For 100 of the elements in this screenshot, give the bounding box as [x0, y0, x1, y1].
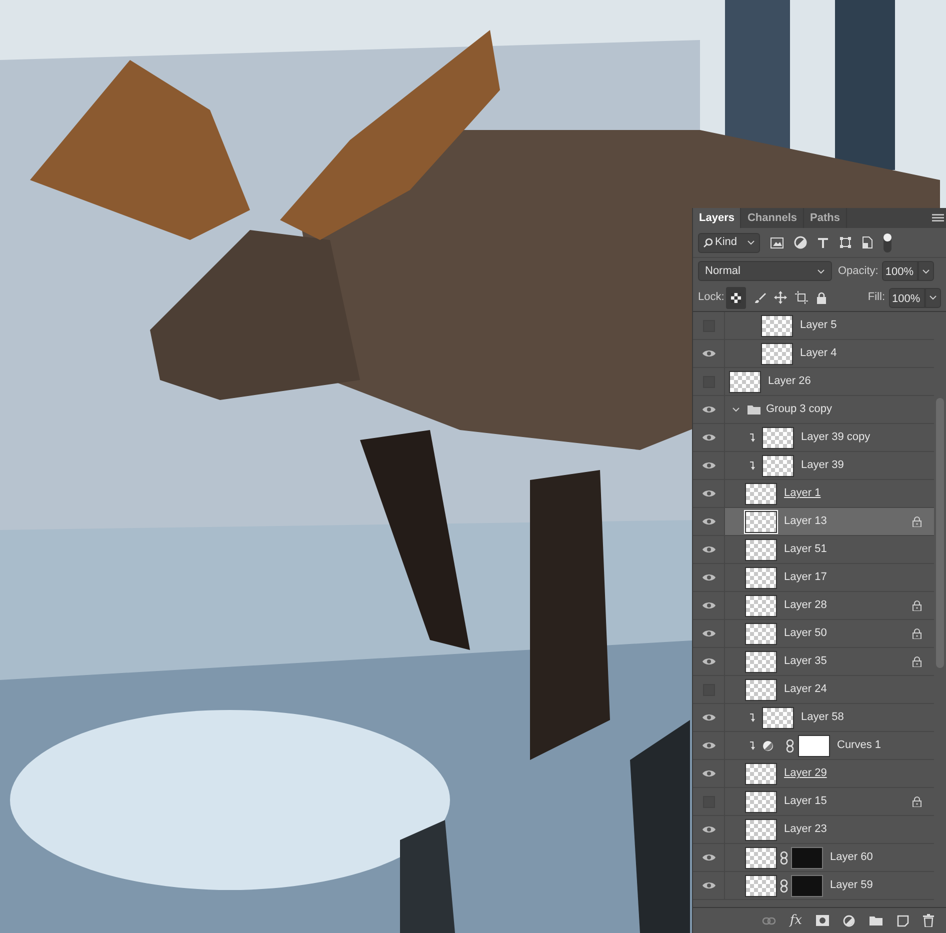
eye-icon[interactable] [702, 489, 716, 498]
layer-thumbnail [745, 790, 777, 812]
eye-icon[interactable] [702, 573, 716, 582]
layer-name: Layer 50 [784, 626, 827, 642]
eye-icon[interactable] [702, 657, 716, 666]
layer-name: Layer 15 [784, 794, 827, 810]
layer-row[interactable]: Layer 59 [725, 872, 934, 899]
eye-icon[interactable] [702, 629, 716, 638]
eye-icon[interactable] [702, 601, 716, 610]
new-layer-icon[interactable] [897, 914, 909, 926]
layer-name: Layer 59 [830, 878, 873, 894]
layer-row[interactable]: Layer 50 [725, 620, 934, 647]
layer-row[interactable]: Layer 39 copy [725, 424, 934, 451]
menu-icon[interactable] [932, 213, 944, 223]
layer-thumbnail [745, 538, 777, 560]
layer-row[interactable]: Layer 29 [725, 760, 934, 787]
layer-row[interactable]: Layer 4 [725, 340, 934, 367]
caret-icon [922, 268, 930, 274]
caret-icon [929, 295, 937, 300]
scrollbar-thumb[interactable] [936, 398, 944, 668]
layer-row[interactable]: Layer 17 [725, 564, 934, 591]
lock-icon[interactable] [816, 292, 828, 304]
lock-transparency-button[interactable] [726, 286, 746, 308]
document-icon[interactable] [862, 236, 873, 249]
brush-icon[interactable] [754, 292, 766, 304]
link-icon[interactable] [762, 916, 776, 924]
layer-name: Layer 17 [784, 570, 827, 586]
mask-icon[interactable] [816, 915, 829, 926]
fill-field[interactable]: 100% [889, 288, 925, 308]
panel-tab[interactable]: Layers [693, 208, 742, 228]
folder-icon [747, 404, 761, 415]
layer-row[interactable]: Curves 1 [725, 732, 934, 759]
layer-name: Layer 51 [784, 542, 827, 558]
eye-icon[interactable] [702, 545, 716, 554]
eye-icon[interactable] [702, 517, 716, 526]
caret-icon [817, 268, 825, 274]
eye-icon[interactable] [702, 461, 716, 470]
layer-name: Layer 28 [784, 598, 827, 614]
lock-label: Lock: [698, 290, 724, 306]
layer-thumbnail [745, 510, 777, 532]
layer-row[interactable]: Layer 58 [725, 704, 934, 731]
eye-icon[interactable] [702, 349, 716, 358]
eye-icon[interactable] [702, 741, 716, 750]
layer-row[interactable]: Layer 23 [725, 816, 934, 843]
eye-icon[interactable] [702, 853, 716, 862]
layer-row[interactable]: Layer 15 [725, 788, 934, 815]
layer-name: Layer 58 [801, 710, 844, 726]
panel-tab[interactable]: Channels [741, 208, 804, 228]
chevron-icon[interactable] [732, 406, 740, 412]
layer-row[interactable]: Layer 5 [725, 312, 934, 339]
eye-icon[interactable] [702, 769, 716, 778]
layer-name: Layer 39 [801, 458, 844, 474]
layer-name: Layer 5 [800, 318, 837, 334]
fill-label: Fill: [868, 290, 885, 306]
layer-name: Curves 1 [837, 738, 882, 754]
move-icon[interactable] [774, 291, 788, 304]
layer-row[interactable]: Layer 1 [725, 480, 934, 507]
layer-row[interactable]: Layer 24 [725, 676, 934, 703]
layer-name: Layer 24 [784, 682, 827, 698]
eye-icon[interactable] [702, 433, 716, 442]
opacity-dropdown-button[interactable] [918, 261, 934, 281]
image-icon[interactable] [770, 236, 784, 248]
filter-dropdown[interactable]: Kind [698, 232, 760, 252]
panel-tab[interactable]: Paths [804, 208, 847, 228]
link-icon [780, 850, 788, 864]
layer-row[interactable]: Layer 26 [725, 368, 934, 395]
layer-thumbnail [745, 846, 777, 868]
layer-name: Layer 29 [784, 766, 827, 782]
layer-thumbnail [729, 370, 761, 392]
layer-name: Layer 1 [784, 486, 821, 502]
folder-icon[interactable] [869, 915, 883, 926]
layer-thumbnail [745, 622, 777, 644]
layer-row[interactable]: Layer 39 [725, 452, 934, 479]
layer-row[interactable]: Layer 35 [725, 648, 934, 675]
layer-thumbnail [745, 650, 777, 672]
half-circle-icon[interactable] [843, 914, 855, 926]
layer-row[interactable]: Layer 51 [725, 536, 934, 563]
layer-row[interactable]: Layer 13 [725, 508, 934, 535]
transform-icon[interactable] [839, 236, 852, 249]
effects-button[interactable]: fx [790, 910, 802, 930]
trash-icon[interactable] [923, 914, 934, 927]
layer-row[interactable]: Group 3 copy [725, 396, 934, 423]
layer-row[interactable]: Layer 28 [725, 592, 934, 619]
toggle-icon[interactable] [883, 232, 892, 252]
eye-icon[interactable] [702, 825, 716, 834]
half-circle-icon [762, 740, 774, 752]
type-icon[interactable] [817, 236, 829, 248]
opacity-field[interactable]: 100% [882, 261, 918, 281]
eye-icon[interactable] [702, 405, 716, 414]
half-circle-icon[interactable] [794, 236, 807, 249]
fill-dropdown-button[interactable] [925, 288, 941, 308]
layer-name: Layer 60 [830, 850, 873, 866]
layer-row[interactable]: Layer 60 [725, 844, 934, 871]
link-icon [780, 878, 788, 892]
artboard-icon[interactable] [795, 291, 808, 304]
layer-thumbnail [762, 706, 794, 728]
eye-icon[interactable] [702, 881, 716, 890]
blend-mode-dropdown[interactable]: Normal [698, 261, 832, 281]
eye-icon[interactable] [702, 713, 716, 722]
mask-thumbnail [791, 874, 823, 896]
